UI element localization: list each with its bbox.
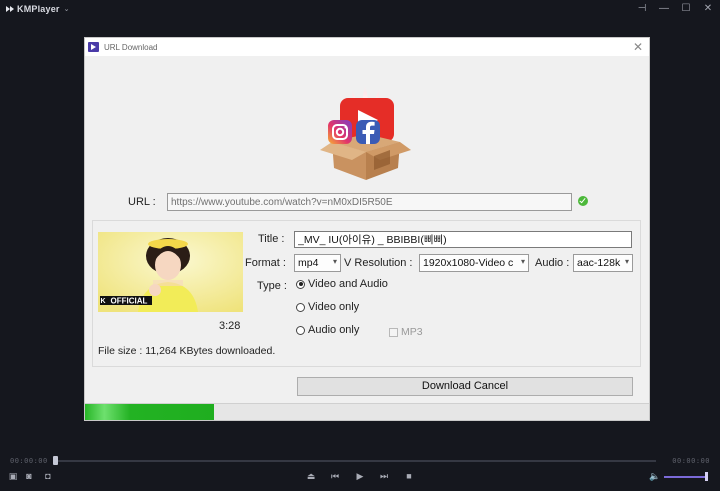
seek-bar[interactable] <box>54 460 656 462</box>
file-size-status: File size : 11,264 KBytes downloaded. <box>98 345 276 357</box>
stop-icon[interactable]: ■ <box>402 470 416 482</box>
download-box-illustration <box>320 82 411 180</box>
type-video-and-audio-radio[interactable]: Video and Audio <box>296 278 388 290</box>
resolution-value: 1920x1080-Video c <box>423 257 514 269</box>
chevron-down-icon: ▾ <box>332 257 337 266</box>
player-controls: ▣ ◙ ◘ ⏏ ⏮ ▶ ⏭ ■ 🔈 <box>0 467 720 485</box>
dialog-title: URL Download <box>104 42 158 52</box>
radio-icon <box>296 302 305 312</box>
format-select[interactable]: mp4 ▾ <box>294 254 341 272</box>
previous-icon[interactable]: ⏮ <box>328 470 342 482</box>
seek-handle[interactable] <box>53 456 58 465</box>
format-value: mp4 <box>298 257 319 269</box>
maximize-button[interactable]: ☐ <box>680 2 692 16</box>
radio-selected-icon <box>296 279 305 289</box>
window-controls: ⊣ — ☐ ✕ <box>636 2 714 16</box>
download-cancel-button[interactable]: Download Cancel <box>297 377 633 396</box>
seek-row: 00:00:00 00:00:00 <box>0 455 720 467</box>
volume-slider[interactable] <box>664 476 708 478</box>
dialog-close-icon[interactable]: ✕ <box>633 39 643 55</box>
url-download-dialog: URL Download ✕ URL: https://www.youtube… <box>84 37 650 421</box>
audio-value: aac-128k <box>577 257 621 269</box>
video-thumbnail: K OFFICIAL <box>98 232 243 312</box>
pin-icon[interactable]: ⊣ <box>636 2 648 16</box>
minimize-button[interactable]: — <box>658 2 670 16</box>
resolution-label: V Resolution : <box>344 257 413 269</box>
title-bar: KMPlayer ⌄ ⊣ — ☐ ✕ <box>0 0 720 18</box>
chevron-down-icon: ▾ <box>520 257 525 266</box>
thumbnail-k-badge: K <box>100 298 105 305</box>
dialog-title-bar: URL Download ✕ <box>85 38 649 56</box>
radio-label: Video only <box>308 301 360 313</box>
close-button[interactable]: ✕ <box>702 2 714 16</box>
volume-handle[interactable] <box>705 472 708 481</box>
download-progress-bar <box>85 403 649 420</box>
checkbox-icon <box>389 327 398 337</box>
play-icon[interactable]: ▶ <box>353 470 367 482</box>
type-label: Type : <box>257 280 287 292</box>
audio-label: Audio : <box>535 257 570 269</box>
title-input[interactable] <box>294 231 632 248</box>
title-label: Title : <box>258 233 285 245</box>
format-label: Format : <box>245 257 286 269</box>
chevron-down-icon: ⌄ <box>63 6 70 13</box>
next-icon[interactable]: ⏭ <box>377 470 391 482</box>
kmplayer-window: KMPlayer ⌄ ⊣ — ☐ ✕ URL Download ✕ URL: … <box>0 0 720 491</box>
url-valid-check-icon <box>578 196 588 206</box>
mp3-checkbox[interactable]: MP3 <box>389 326 423 338</box>
audio-select[interactable]: aac-128k ▾ <box>573 254 633 272</box>
capture-icon[interactable]: ◘ <box>41 470 55 482</box>
radio-label: Video and Audio <box>308 278 388 290</box>
url-input[interactable] <box>167 193 572 211</box>
elapsed-time: 00:00:00 <box>10 457 48 465</box>
resolution-select[interactable]: 1920x1080-Video c ▾ <box>419 254 529 272</box>
total-time: 00:00:00 <box>672 457 710 465</box>
vr-icon[interactable]: ◙ <box>22 470 36 482</box>
app-menu[interactable]: KMPlayer ⌄ <box>6 4 70 14</box>
chevron-down-icon: ▾ <box>624 257 629 266</box>
kmplayer-logo-icon <box>6 5 15 13</box>
app-name: KMPlayer <box>17 4 60 14</box>
url-label: URL : <box>128 196 156 208</box>
eject-icon[interactable]: ⏏ <box>304 470 318 482</box>
volume-icon[interactable]: 🔈 <box>648 470 662 482</box>
radio-icon <box>296 325 305 335</box>
kmplayer-icon <box>88 42 99 52</box>
type-audio-only-radio[interactable]: Audio only <box>296 324 359 336</box>
playlist-icon[interactable]: ▣ <box>6 470 20 482</box>
mp3-label: MP3 <box>401 326 423 338</box>
video-duration: 3:28 <box>219 320 241 332</box>
type-video-only-radio[interactable]: Video only <box>296 301 359 313</box>
thumbnail-official-badge: OFFICIAL <box>111 297 148 306</box>
radio-label: Audio only <box>308 324 360 336</box>
download-progress-fill <box>85 404 214 420</box>
